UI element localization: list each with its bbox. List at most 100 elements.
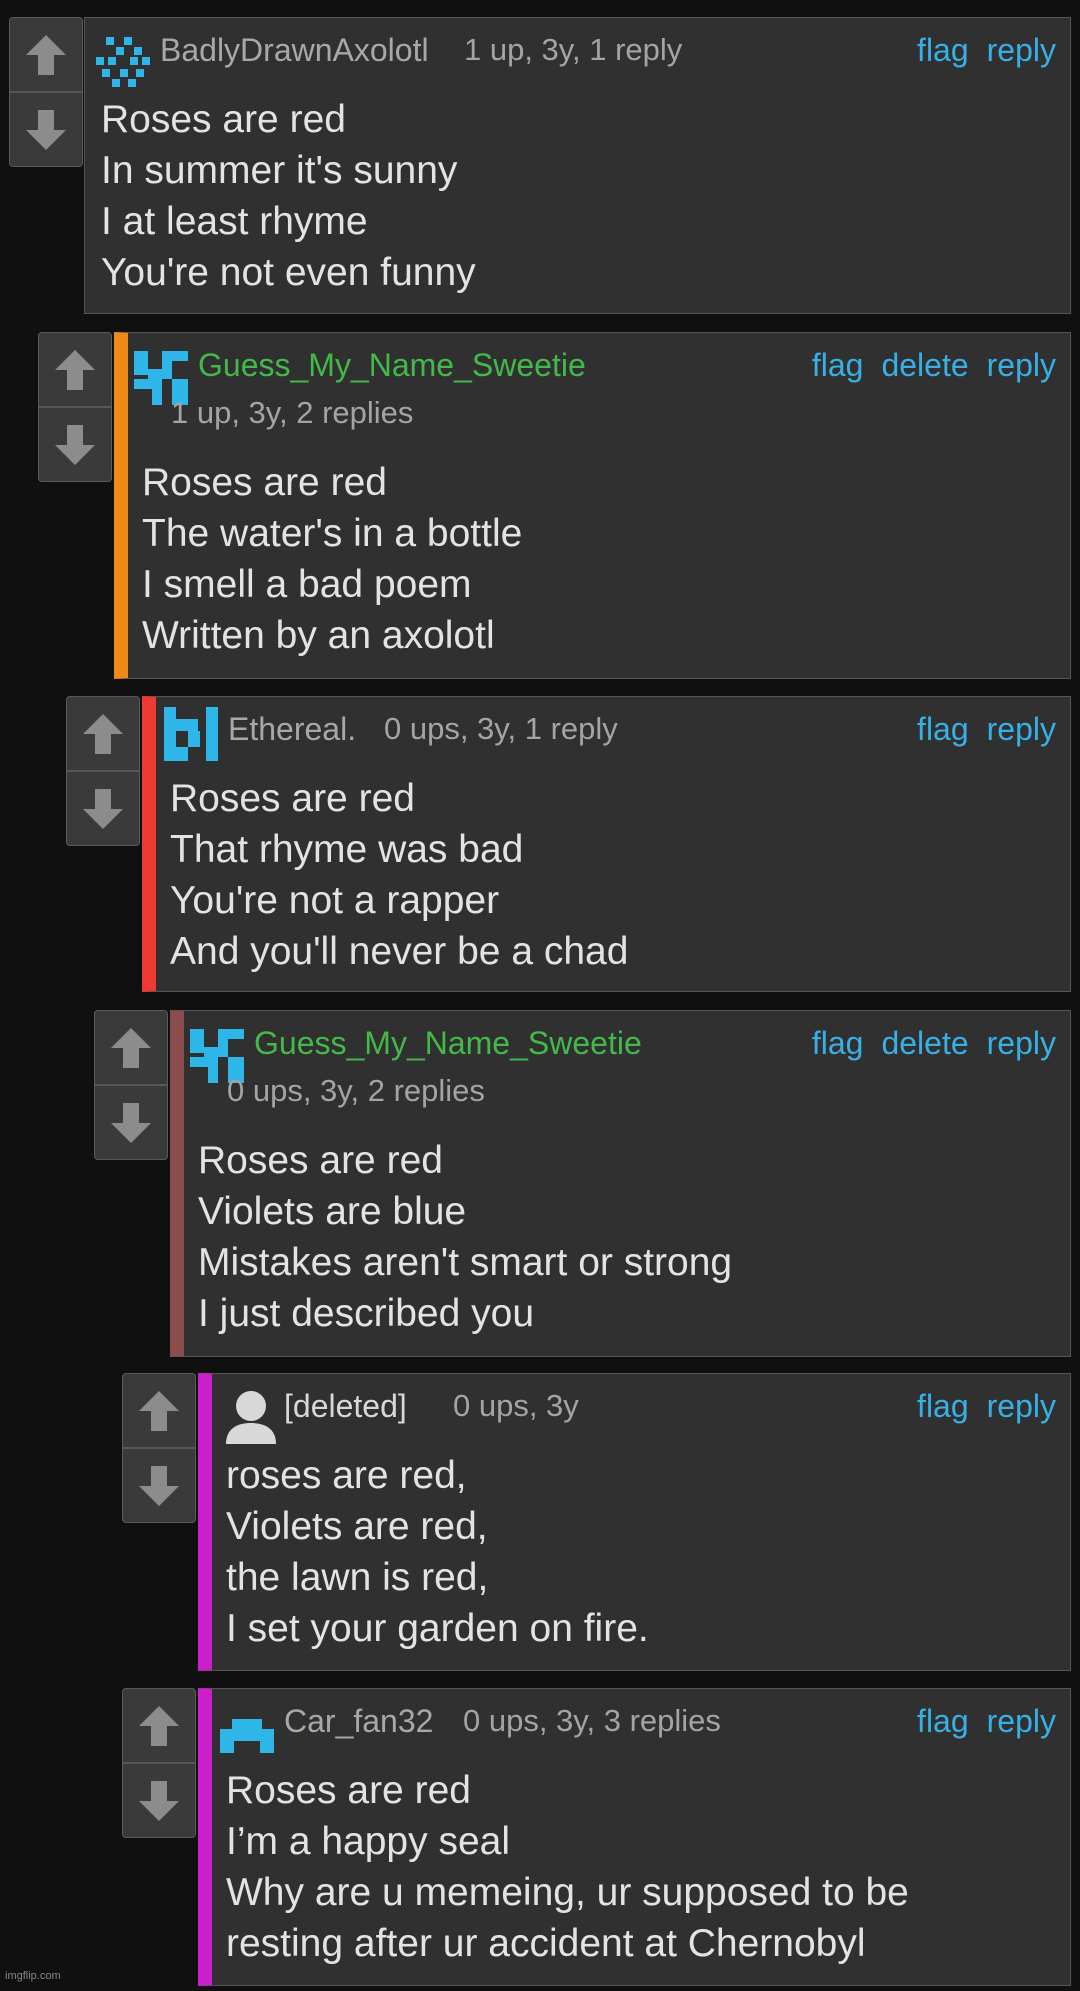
comment-line: Written by an axolotl (142, 614, 495, 657)
reply-link[interactable]: reply (987, 1388, 1056, 1425)
username[interactable]: BadlyDrawnAxolotl (160, 32, 429, 69)
comment-line: I’m a happy seal (226, 1820, 510, 1863)
arrow-up-icon (80, 711, 126, 757)
vote-widget (9, 17, 83, 167)
comment-meta: 0 ups, 3y (453, 1388, 579, 1423)
comment-line: Violets are red, (226, 1505, 488, 1548)
comment: Guess_My_Name_Sweetie 0 ups, 3y, 2 repli… (170, 1010, 1071, 1357)
delete-link[interactable]: delete (881, 1025, 968, 1062)
comment-line: Roses are red (226, 1769, 471, 1812)
vote-widget (122, 1373, 196, 1523)
comment-body: Roses are red Violets are blue Mistakes … (198, 1135, 1054, 1339)
reply-link[interactable]: reply (987, 711, 1056, 748)
arrow-down-icon (108, 1100, 154, 1146)
username[interactable]: Car_fan32 (284, 1703, 433, 1740)
reply-link[interactable]: reply (987, 32, 1056, 69)
downvote-button[interactable] (39, 408, 111, 481)
comment-body: Roses are red That rhyme was bad You're … (170, 773, 1054, 977)
arrow-up-icon (136, 1388, 182, 1434)
downvote-button[interactable] (67, 772, 139, 845)
upvote-button[interactable] (10, 18, 82, 91)
comment-line: Roses are red (170, 777, 415, 820)
comment-meta: 0 ups, 3y, 1 reply (384, 711, 618, 746)
comment-line: And you'll never be a chad (170, 930, 629, 973)
comment-line: Why are u memeing, ur supposed to be (226, 1871, 909, 1914)
upvote-button[interactable] (123, 1689, 195, 1762)
pixel-avatar-icon (220, 1719, 274, 1753)
comment-line: You're not even funny (101, 251, 476, 294)
comment-line: I smell a bad poem (142, 563, 472, 606)
upvote-button[interactable] (39, 333, 111, 406)
downvote-button[interactable] (95, 1086, 167, 1159)
pixel-avatar-icon (164, 707, 218, 761)
downvote-button[interactable] (123, 1449, 195, 1522)
comment-line: the lawn is red, (226, 1556, 489, 1599)
comment: [deleted] 0 ups, 3y flag reply roses are… (198, 1373, 1071, 1671)
comment: Guess_My_Name_Sweetie 1 up, 3y, 2 replie… (114, 332, 1071, 679)
comment-line: Roses are red (142, 461, 387, 504)
comment-meta: 1 up, 3y, 1 reply (464, 32, 683, 67)
comment-line: You're not a rapper (170, 879, 500, 922)
comment-actions: flag delete reply (812, 1025, 1056, 1062)
arrow-up-icon (52, 347, 98, 393)
arrow-up-icon (23, 32, 69, 78)
reply-link[interactable]: reply (987, 1025, 1056, 1062)
vote-widget (94, 1010, 168, 1160)
comment-meta: 0 ups, 3y, 2 replies (227, 1073, 485, 1108)
arrow-down-icon (136, 1778, 182, 1824)
comment-line: I at least rhyme (101, 200, 368, 243)
username[interactable]: Guess_My_Name_Sweetie (254, 1025, 642, 1062)
flag-link[interactable]: flag (917, 1388, 969, 1425)
comment-actions: flag reply (917, 1388, 1056, 1425)
upvote-button[interactable] (95, 1011, 167, 1084)
downvote-button[interactable] (123, 1764, 195, 1837)
reply-link[interactable]: reply (987, 1703, 1056, 1740)
delete-link[interactable]: delete (881, 347, 968, 384)
comment-actions: flag reply (917, 711, 1056, 748)
default-user-icon (226, 1391, 276, 1444)
comment-line: Roses are red (198, 1139, 443, 1182)
upvote-button[interactable] (67, 697, 139, 770)
comment-actions: flag reply (917, 32, 1056, 69)
username[interactable]: Ethereal. (228, 711, 356, 748)
vote-widget (38, 332, 112, 482)
reply-link[interactable]: reply (987, 347, 1056, 384)
arrow-down-icon (80, 786, 126, 832)
arrow-down-icon (136, 1463, 182, 1509)
vote-widget (66, 696, 140, 846)
flag-link[interactable]: flag (917, 711, 969, 748)
flag-link[interactable]: flag (812, 1025, 864, 1062)
username[interactable]: [deleted] (284, 1388, 407, 1425)
comment-actions: flag reply (917, 1703, 1056, 1740)
comment-line: Roses are red (101, 98, 346, 141)
comment: Ethereal. 0 ups, 3y, 1 reply flag reply … (142, 696, 1071, 992)
arrow-up-icon (108, 1025, 154, 1071)
flag-link[interactable]: flag (917, 1703, 969, 1740)
comment-body: Roses are red The water's in a bottle I … (142, 457, 1054, 661)
comment: Car_fan32 0 ups, 3y, 3 replies flag repl… (198, 1688, 1071, 1986)
username[interactable]: Guess_My_Name_Sweetie (198, 347, 586, 384)
comment-body: Roses are red I’m a happy seal Why are u… (226, 1765, 1054, 1969)
vote-widget (122, 1688, 196, 1838)
comment-line: roses are red, (226, 1454, 467, 1497)
comment: BadlyDrawnAxolotl 1 up, 3y, 1 reply flag… (84, 17, 1071, 314)
arrow-down-icon (52, 422, 98, 468)
comment-actions: flag delete reply (812, 347, 1056, 384)
flag-link[interactable]: flag (917, 32, 969, 69)
comment-line: I set your garden on fire. (226, 1607, 649, 1650)
comment-line: I just described you (198, 1292, 535, 1335)
flag-link[interactable]: flag (812, 347, 864, 384)
comment-line: Violets are blue (198, 1190, 467, 1233)
comment-line: That rhyme was bad (170, 828, 524, 871)
upvote-button[interactable] (123, 1374, 195, 1447)
pixel-avatar-icon (96, 37, 150, 87)
comment-body: Roses are red In summer it's sunny I at … (101, 94, 1054, 298)
comment-meta: 0 ups, 3y, 3 replies (463, 1703, 721, 1738)
comment-line: In summer it's sunny (101, 149, 458, 192)
comment-meta: 1 up, 3y, 2 replies (171, 395, 414, 430)
comment-line: Mistakes aren't smart or strong (198, 1241, 733, 1284)
arrow-up-icon (136, 1703, 182, 1749)
watermark: imgflip.com (5, 1970, 61, 1982)
downvote-button[interactable] (10, 93, 82, 166)
comment-body: roses are red, Violets are red, the lawn… (226, 1450, 1054, 1654)
